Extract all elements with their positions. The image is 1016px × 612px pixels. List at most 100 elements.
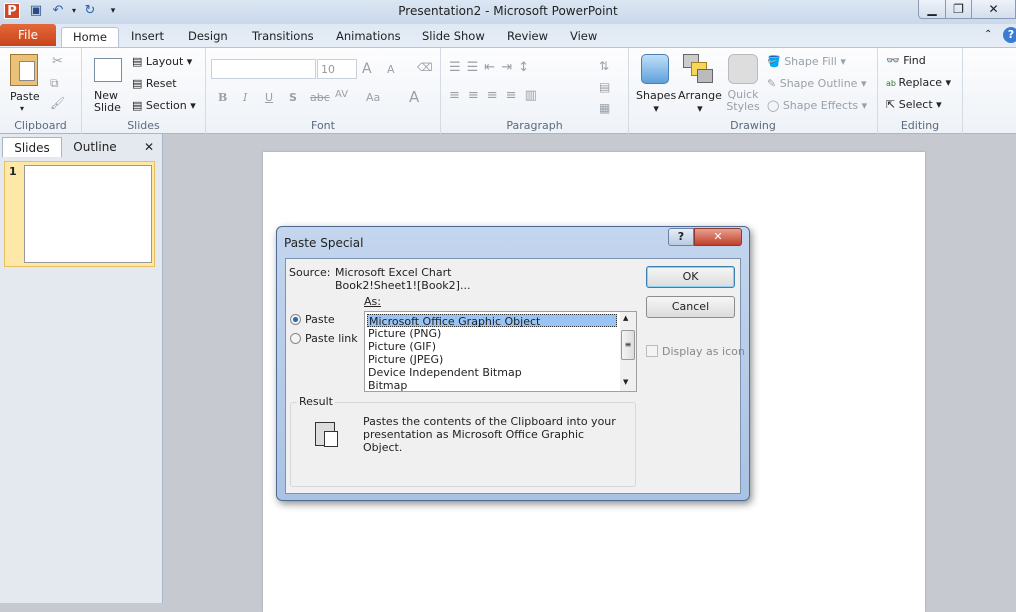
select-button[interactable]: ⇱ Select ▾: [886, 98, 942, 111]
list-item[interactable]: Microsoft Office Graphic Object: [367, 314, 617, 328]
shapes-icon: [641, 54, 669, 84]
binoculars-icon: 👓: [886, 54, 904, 67]
new-slide-icon: [94, 58, 122, 82]
tab-outline[interactable]: Outline: [64, 137, 126, 157]
reset-icon: ▤: [132, 77, 146, 90]
change-case-button[interactable]: Aa: [366, 91, 380, 104]
close-window-button[interactable]: ✕: [971, 0, 1016, 19]
paste-link-radio-label: Paste link: [305, 332, 358, 345]
paste-icon: [10, 54, 38, 86]
tab-animations[interactable]: Animations: [325, 27, 412, 47]
reset-button[interactable]: ▤ Reset: [132, 77, 177, 90]
close-pane-icon[interactable]: ✕: [140, 137, 158, 157]
paste-button[interactable]: Paste: [10, 90, 40, 103]
shadow-button[interactable]: S: [289, 91, 297, 104]
close-dialog-button[interactable]: ✕: [694, 228, 742, 246]
slides-group-label: Slides: [127, 119, 160, 132]
help-button[interactable]: ?: [668, 228, 694, 246]
list-item[interactable]: Picture (PNG): [367, 327, 617, 340]
tab-view[interactable]: View: [559, 27, 608, 47]
tab-insert[interactable]: Insert: [120, 27, 175, 47]
ok-button[interactable]: OK: [646, 266, 735, 288]
as-listbox[interactable]: Microsoft Office Graphic Object Picture …: [364, 311, 637, 392]
paste-dropdown-icon[interactable]: ▾: [20, 104, 24, 113]
result-groupbox: Result Pastes the contents of the Clipbo…: [290, 395, 636, 487]
replace-button[interactable]: ab Replace ▾: [886, 76, 951, 89]
pencil-icon: ✎: [767, 77, 780, 90]
tab-transitions[interactable]: Transitions: [241, 27, 325, 47]
tab-slide-show[interactable]: Slide Show: [411, 27, 496, 47]
layout-button[interactable]: ▤ Layout ▾: [132, 55, 192, 68]
reset-label: Reset: [145, 77, 177, 90]
title-bar: P ▣ ↶ ▾ ↻ ▾ Presentation2 - Microsoft Po…: [0, 0, 1016, 24]
dialog-body: Source: Microsoft Excel Chart Book2!Shee…: [285, 258, 745, 494]
scroll-thumb[interactable]: ≡: [621, 330, 635, 360]
shrink-font-button[interactable]: A: [387, 63, 395, 76]
find-button[interactable]: 👓 Find: [886, 54, 926, 67]
paste-radio-button[interactable]: [290, 314, 301, 325]
tab-design[interactable]: Design: [177, 27, 239, 47]
bold-button[interactable]: B: [218, 91, 227, 104]
replace-icon: ab: [886, 79, 899, 88]
scroll-down-icon[interactable]: ▼: [623, 378, 628, 386]
font-color-button[interactable]: A: [409, 88, 419, 106]
character-spacing-button[interactable]: AV: [335, 89, 348, 100]
italic-button[interactable]: I: [243, 91, 247, 104]
list-buttons-icon[interactable]: ☰☰⇤⇥↕: [449, 60, 535, 75]
cut-icon[interactable]: ✂: [52, 54, 63, 69]
copy-icon[interactable]: ⧉: [50, 76, 59, 91]
display-as-icon-label: Display as icon: [662, 345, 745, 358]
tab-review[interactable]: Review: [496, 27, 559, 47]
quick-styles-button[interactable]: Quick Styles: [725, 89, 761, 113]
format-painter-icon[interactable]: 🖌: [50, 96, 65, 110]
tab-slides[interactable]: Slides: [2, 137, 62, 157]
tab-home[interactable]: Home: [61, 27, 119, 47]
shape-effects-button[interactable]: ◯ Shape Effects ▾: [767, 99, 867, 112]
grow-font-button[interactable]: A: [362, 61, 372, 77]
slides-group: New Slide ▤ Layout ▾ ▤ Reset ▤ Section ▾…: [82, 48, 206, 134]
minimize-ribbon-icon[interactable]: ⌃: [984, 29, 992, 40]
shape-fill-button[interactable]: 🪣 Shape Fill ▾: [767, 55, 846, 68]
list-item[interactable]: Picture (JPEG): [367, 353, 617, 366]
cancel-button[interactable]: Cancel: [646, 296, 735, 318]
minimize-button[interactable]: ▁: [918, 0, 946, 19]
listbox-scrollbar[interactable]: ▲ ≡ ▼: [620, 312, 636, 391]
drawing-group: Shapes ▾ Arrange ▾ Quick Styles 🪣 Shape Fi…: [629, 48, 878, 134]
paste-radio-label: Paste: [305, 313, 335, 326]
font-group: 10 A A ⌫ B I U S abc AV Aa A Font: [206, 48, 441, 134]
paragraph-group: ☰☰⇤⇥↕ ≡≡≡≡▥ ⇅ ▤ ▦ Paragraph: [441, 48, 629, 134]
section-icon: ▤: [132, 99, 146, 112]
paste-special-dialog: Paste Special ? ✕ Source: Microsoft Exce…: [276, 226, 750, 501]
checkbox[interactable]: [646, 345, 658, 357]
scroll-up-icon[interactable]: ▲: [623, 314, 628, 322]
layout-icon: ▤: [132, 55, 146, 68]
restore-button[interactable]: ❐: [945, 0, 972, 19]
arrange-icon: [683, 54, 713, 84]
file-tab[interactable]: File: [0, 24, 56, 46]
clipboard-icon: [315, 422, 338, 447]
section-button[interactable]: ▤ Section ▾: [132, 99, 196, 112]
slide-thumbnail[interactable]: 1: [4, 161, 155, 267]
list-item[interactable]: Picture (GIF): [367, 340, 617, 353]
list-item[interactable]: Bitmap: [367, 379, 617, 392]
as-label: As:: [364, 295, 381, 308]
result-description: Pastes the contents of the Clipboard int…: [363, 415, 616, 454]
list-item[interactable]: Device Independent Bitmap: [367, 366, 617, 379]
clear-formatting-icon[interactable]: ⌫: [417, 61, 433, 74]
shape-outline-button[interactable]: ✎ Shape Outline ▾: [767, 77, 867, 90]
font-name-combo[interactable]: [211, 59, 316, 79]
alignment-buttons-icon[interactable]: ≡≡≡≡▥: [449, 88, 545, 103]
new-slide-button[interactable]: New Slide: [94, 90, 134, 114]
quick-styles-icon: [728, 54, 758, 84]
paste-link-radio-button[interactable]: [290, 333, 301, 344]
text-direction-icon[interactable]: ⇅ ▤ ▦: [599, 56, 610, 119]
arrange-button[interactable]: Arrange ▾: [678, 89, 722, 115]
shapes-button[interactable]: Shapes ▾: [636, 89, 676, 115]
slides-pane: Slides Outline ✕ 1: [0, 134, 163, 603]
help-icon[interactable]: ?: [1003, 27, 1016, 43]
underline-button[interactable]: U: [265, 91, 273, 104]
strikethrough-button[interactable]: abc: [310, 91, 330, 104]
clipboard-group: Paste ▾ ✂ ⧉ 🖌 Clipboard: [0, 48, 82, 134]
font-size-combo[interactable]: 10: [317, 59, 357, 79]
effects-icon: ◯: [767, 99, 783, 112]
